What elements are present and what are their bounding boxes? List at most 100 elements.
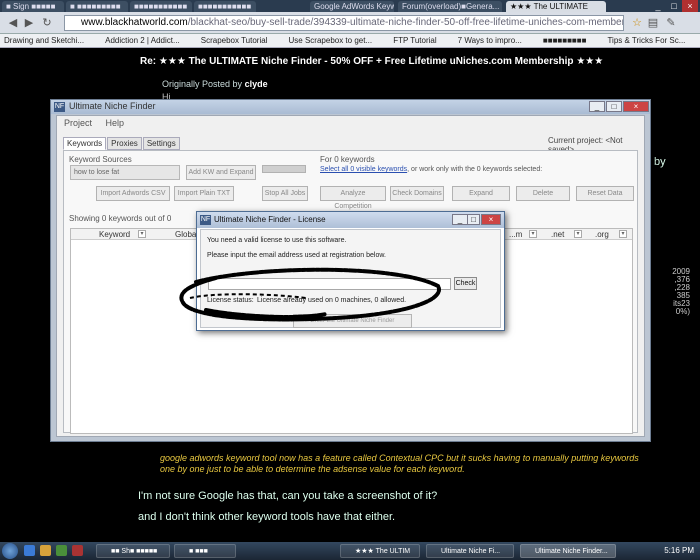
bookmark-item[interactable]: Scrapebox Tutorial [197,34,268,47]
stop-jobs-button[interactable]: Stop All Jobs [262,186,308,201]
tab-settings[interactable]: Settings [142,137,180,150]
browser-tab[interactable]: Forum(overload)■Genera... [398,1,502,12]
browser-tab-strip: ■ Sign ■■■■■ ■ ■■■■■■■■■ ■■■■■■■■■■■ ■■■… [0,0,700,12]
browser-tab[interactable]: Google AdWords Keywo... [310,1,394,12]
add-kw-expand-button[interactable]: Add KW and Expand [186,165,256,180]
tab-proxies[interactable]: Proxies [107,137,142,150]
star-icon[interactable]: ☆ [630,16,644,30]
close-icon[interactable]: × [481,214,501,225]
app-tabs: Keywords Proxies Settings [63,137,181,150]
minimize-icon[interactable]: _ [452,214,468,225]
quote-header: Originally Posted by clyde [162,79,268,89]
col-com[interactable]: ...m [509,229,522,240]
bookmark-item[interactable]: ■■■■■■■■■ [539,34,587,47]
menu-project[interactable]: Project [64,116,92,130]
bookmark-item[interactable]: Tips & Tricks For Sc... [603,34,685,47]
minimize-icon[interactable]: _ [589,101,605,112]
seed-keyword-input[interactable]: how to lose fat [70,165,180,180]
taskbar-item[interactable]: Ultimate Niche Finder... [520,544,616,558]
ie-icon[interactable] [24,545,35,556]
bookmark-item[interactable]: FTP Tutorial [389,34,436,47]
url-domain: www.blackhatworld.com [81,17,188,28]
taskbar: ■■ Sh■ ■■■■■ ■ ■■■ ★★★ The ULTIM Ultimat… [0,542,700,560]
page-icon[interactable]: ▤ [646,16,660,30]
menu-help[interactable]: Help [106,116,125,130]
license-status-value: License already used on 0 machines, 0 al… [257,297,407,304]
keyword-sources-label: Keyword Sources [69,155,132,164]
minimize-icon[interactable]: _ [650,0,666,12]
start-button[interactable] [2,543,18,559]
back-icon[interactable]: ◀ [6,16,20,30]
browser-tab[interactable]: ■ ■■■■■■■■■ [66,1,128,12]
browser-tab[interactable]: ■ Sign ■■■■■ [2,1,64,12]
bookmark-item[interactable]: Drawing and Sketchi... [0,34,84,47]
reset-data-button[interactable]: Reset Data [576,186,634,201]
for-keywords-label: For 0 keywords [320,155,375,164]
folder-icon[interactable] [40,545,51,556]
col-global[interactable]: Global [175,229,198,240]
app-logo-icon: NF [200,215,211,225]
analyze-competition-button[interactable]: Analyze Competition [320,186,386,210]
app-titlebar[interactable]: NF Ultimate Niche Finder _ □ × [51,100,650,114]
filter-icon[interactable]: ▾ [619,230,627,238]
select-line: Select all 0 visible keywords, or work o… [320,166,542,173]
quote-prefix: Originally Posted by [162,79,243,89]
dialog-title: Ultimate Niche Finder - License [214,215,326,224]
dialog-message: You need a valid license to use this sof… [207,237,347,244]
check-domains-button[interactable]: Check Domains [390,186,444,201]
side-number: 0%) [675,307,690,316]
post-title[interactable]: Re: ★★★ The ULTIMATE Niche Finder - 50% … [140,56,603,67]
browser-tab[interactable]: ■■■■■■■■■■■ [130,1,192,12]
menu-bar: Project Help [57,116,644,130]
forward-icon[interactable]: ▶ [22,16,36,30]
side-numbers: 2009 ,376 ,228 385 its23 0%) [654,268,690,316]
taskbar-item[interactable]: ■ ■■■ [174,544,236,558]
select-all-link[interactable]: Select all 0 visible keywords [320,166,407,173]
address-bar: ◀ ▶ ↻ www.blackhatworld.com/blackhat-seo… [0,12,700,34]
reload-icon[interactable]: ↻ [40,16,54,30]
taskbar-item[interactable]: ★★★ The ULTIM [340,544,420,558]
quote-author[interactable]: clyde [245,79,268,89]
maximize-icon[interactable]: □ [666,0,682,12]
col-net[interactable]: .net [551,229,564,240]
bookmark-item[interactable]: Use Scrapebox to get... [285,34,373,47]
select-suffix: , or work only with the 0 keywords selec… [407,166,543,173]
reply-line: I'm not sure Google has that, can you ta… [138,490,438,502]
maximize-icon[interactable]: □ [467,214,480,225]
import-txt-button[interactable]: Import Plain TXT [174,186,234,201]
current-project-label: Current project: [548,136,604,145]
filter-icon[interactable]: ▾ [574,230,582,238]
clock[interactable]: 5:16 PM [664,546,694,555]
enter-button[interactable]: Enter the Ultimate Niche Finder [293,314,412,328]
taskbar-item[interactable]: ■■ Sh■ ■■■■■ [96,544,170,558]
showing-label: Showing 0 keywords out of 0 [69,214,172,223]
dialog-titlebar[interactable]: NF Ultimate Niche Finder - License _ □ × [197,212,504,228]
tab-keywords[interactable]: Keywords [63,137,107,150]
bookmark-item[interactable]: 7 Ways to impro... [454,34,522,47]
side-text: by [654,156,666,168]
taskbar-item[interactable]: Ultimate Niche Fi... [426,544,514,558]
bookmark-item[interactable]: Addiction 2 | Addict... [101,34,180,47]
app-icon[interactable] [72,545,83,556]
filter-icon[interactable]: ▾ [529,230,537,238]
media-icon[interactable] [56,545,67,556]
expand-button[interactable]: Expand [452,186,510,201]
maximize-icon[interactable]: □ [606,101,622,112]
browser-tab-active[interactable]: ★★★ The ULTIMATE [506,1,606,12]
browser-tab[interactable]: ■■■■■■■■■■■ [194,1,256,12]
email-field[interactable] [208,278,451,290]
delete-button[interactable]: Delete [516,186,570,201]
col-org[interactable]: .org [595,229,609,240]
url-path: /blackhat-seo/buy-sell-trade/394339-ulti… [187,17,623,28]
col-keyword[interactable]: Keyword [99,229,130,240]
close-icon[interactable]: × [623,101,649,112]
url-input[interactable]: www.blackhatworld.com/blackhat-seo/buy-s… [64,15,624,31]
filter-icon[interactable]: ▾ [138,230,146,238]
import-csv-button[interactable]: Import Adwords CSV [96,186,170,201]
check-button[interactable]: Check [454,277,477,290]
close-icon[interactable]: × [682,0,698,12]
progress-bar [262,165,306,173]
wrench-icon[interactable]: ✎ [664,16,678,30]
license-dialog: NF Ultimate Niche Finder - License _ □ ×… [196,211,505,331]
dialog-instruction: Please input the email address used at r… [207,252,386,259]
